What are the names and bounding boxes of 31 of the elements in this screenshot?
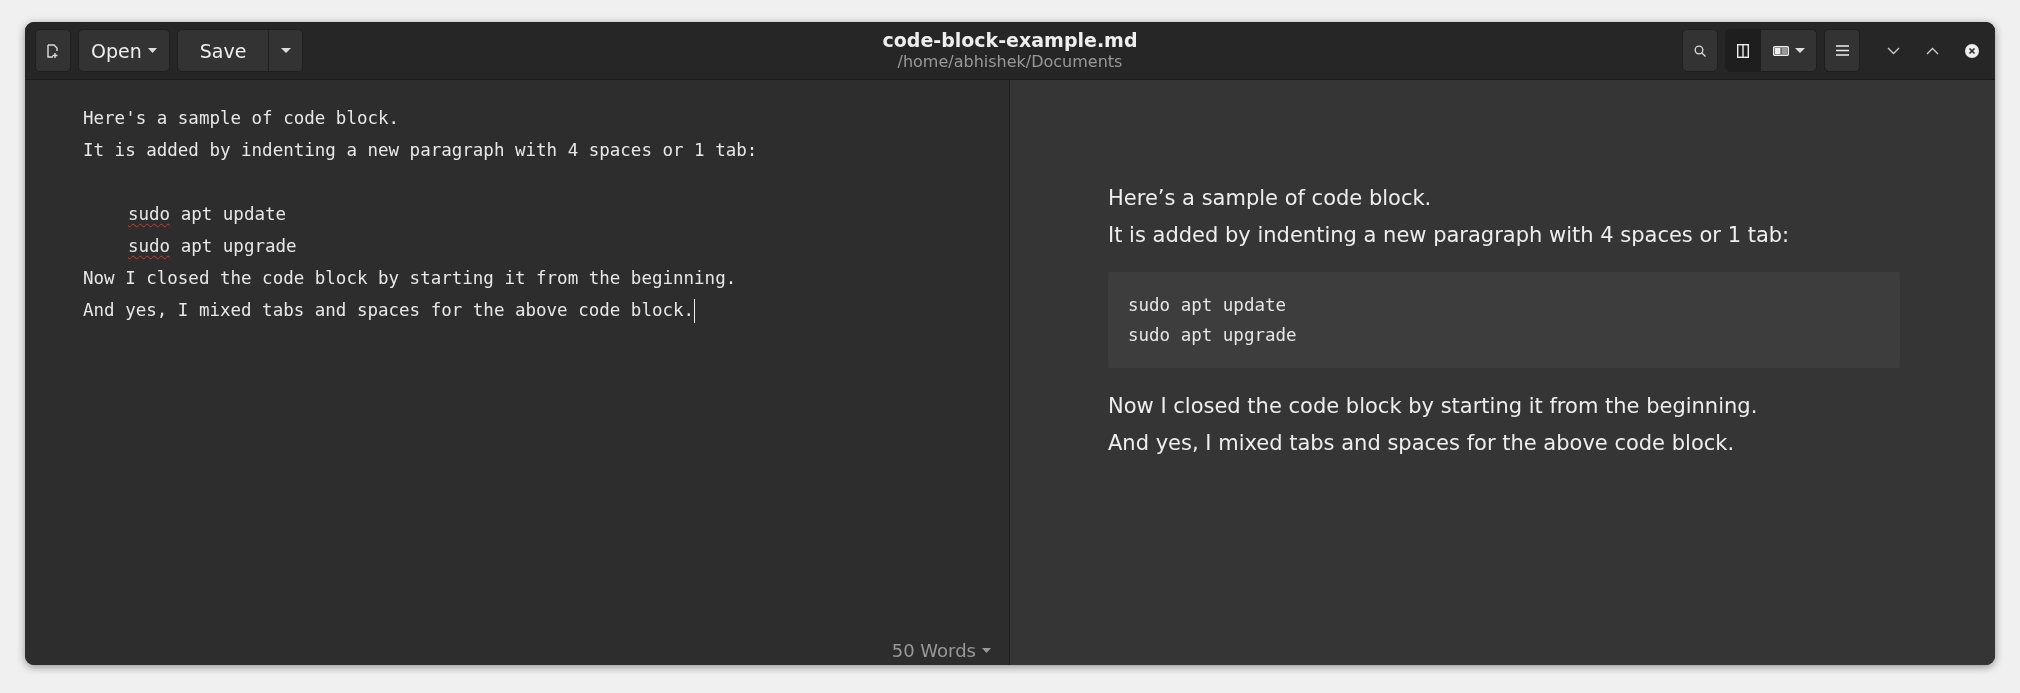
editor-line: And yes, I mixed tabs and spaces for the above code block. — [83, 294, 1009, 326]
split-view-button[interactable] — [1725, 29, 1761, 72]
editor-line: Now I closed the code block by starting it from the beginning. — [83, 267, 738, 290]
open-button[interactable]: Open — [78, 29, 170, 72]
chevron-up-icon — [1926, 46, 1939, 55]
window-title: code-block-example.md — [882, 29, 1138, 52]
search-button[interactable] — [1682, 29, 1718, 72]
new-file-button[interactable] — [35, 29, 71, 72]
editor-line: sudo apt upgrade — [127, 235, 298, 258]
code-block: sudo apt update sudo apt upgrade — [1108, 272, 1900, 368]
caret-icon — [1794, 48, 1805, 53]
chevron-down-icon — [1887, 46, 1900, 55]
panes-icon — [1772, 45, 1789, 56]
editor-line: sudo apt update — [127, 203, 288, 226]
caret-icon — [982, 648, 991, 653]
preview-paragraph: Here’s a sample of code block. It is added by indenting a new paragraph with 4 spaces or 1 tab: — [1108, 185, 1791, 249]
menu-button[interactable] — [1824, 29, 1860, 72]
close-icon — [1965, 43, 1979, 58]
caret-icon — [147, 48, 157, 53]
editor-line: It is added by indenting a new paragraph with 4 spaces or 1 tab: — [83, 139, 759, 162]
search-icon — [1694, 44, 1706, 57]
word-count-button[interactable]: 50 Words — [891, 636, 991, 665]
preview-paragraph: Now I closed the code block by starting it from the beginning. And yes, I mixed tabs and spaces for the above code block. — [1108, 393, 1759, 457]
new-file-icon — [47, 43, 59, 58]
file-path: /home/abhishek/Documents — [897, 52, 1123, 72]
menu-icon — [1835, 45, 1849, 56]
caret-icon — [280, 48, 291, 53]
editor-line: Here's a sample of code block. — [83, 107, 401, 130]
columns-icon — [1737, 43, 1749, 58]
save-button[interactable]: Save — [176, 29, 270, 72]
view-mode-button[interactable] — [1761, 29, 1817, 72]
